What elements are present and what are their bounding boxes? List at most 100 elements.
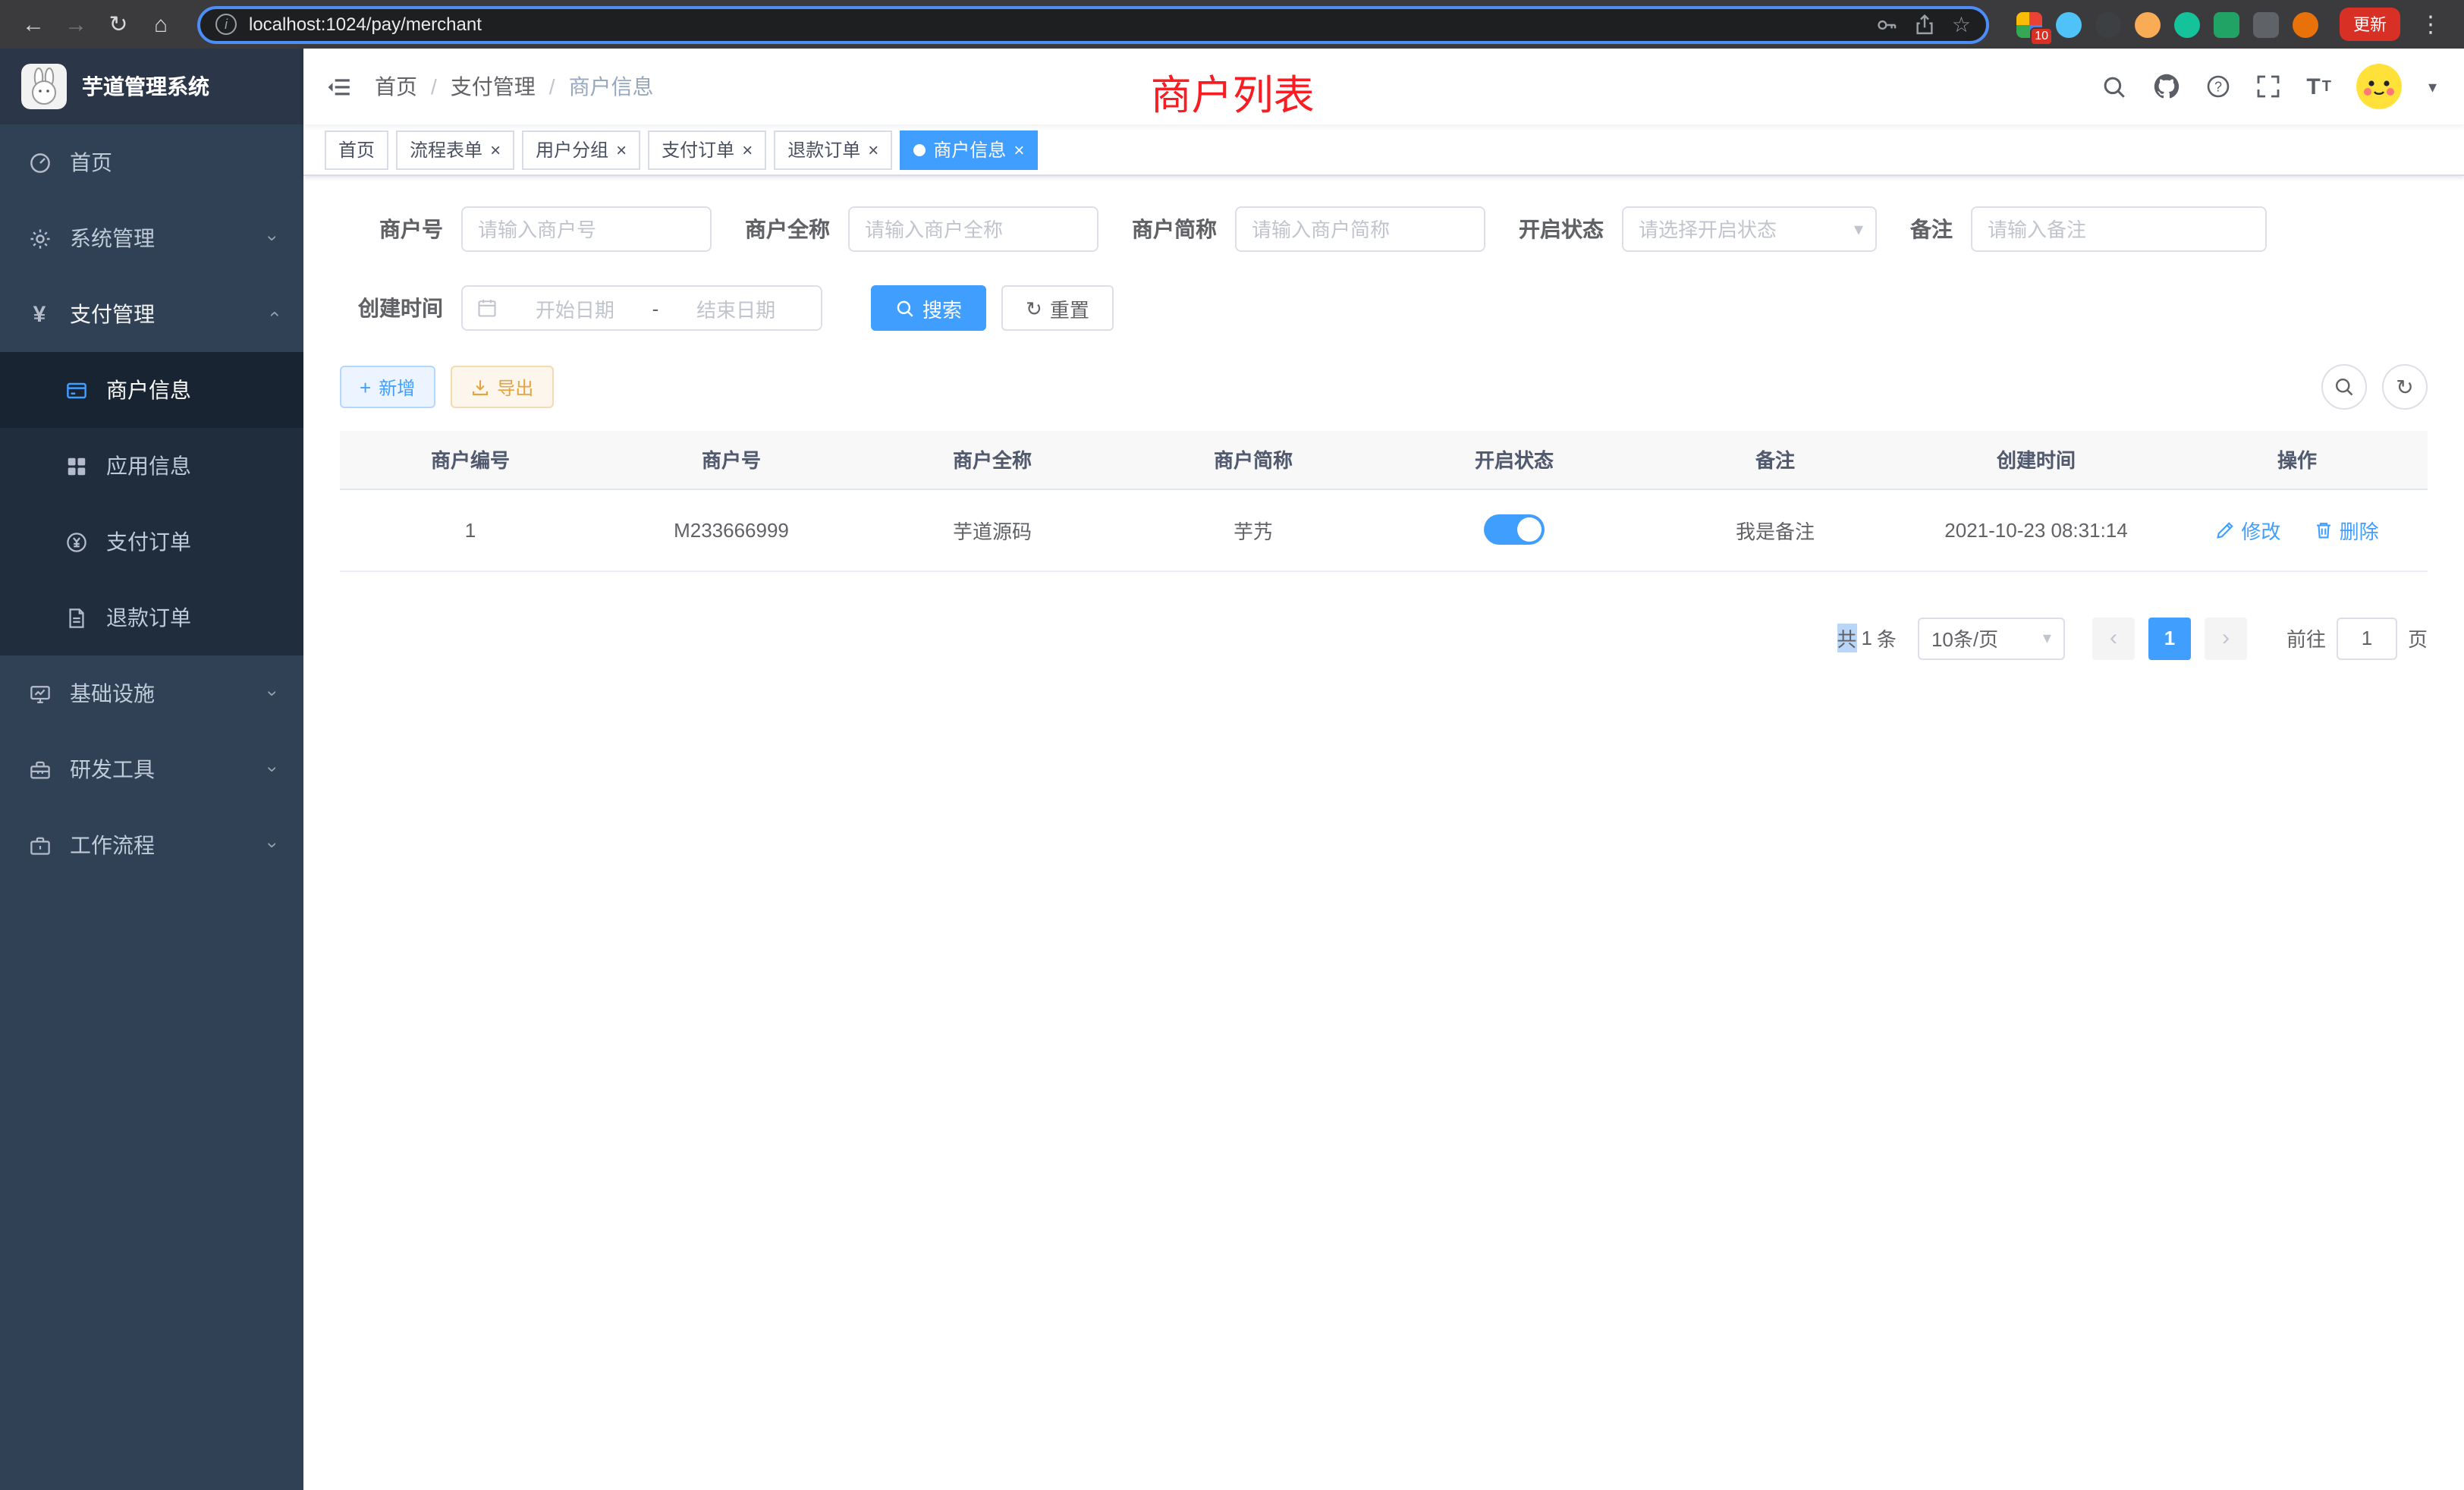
extension-icon-7[interactable] — [2253, 11, 2279, 37]
sidebar-item-refund-order[interactable]: 退款订单 — [0, 580, 303, 655]
sidebar-toggle-icon[interactable] — [303, 74, 375, 99]
next-page-button[interactable]: › — [2205, 617, 2247, 659]
navbar-actions: ? TT ▾ — [2101, 64, 2437, 109]
grid-icon — [64, 454, 88, 477]
breadcrumb-payment[interactable]: 支付管理 — [451, 71, 536, 102]
page-size-select[interactable]: 10条/页 ▾ — [1918, 617, 2065, 659]
full-name-input[interactable] — [848, 206, 1098, 252]
browser-home-button[interactable]: ⌂ — [143, 6, 179, 42]
browser-menu-icon[interactable]: ⋮ — [2412, 6, 2449, 42]
page-jumper: 前往 页 — [2286, 617, 2428, 659]
address-bar[interactable]: i localhost:1024/pay/merchant ☆ — [197, 5, 1989, 43]
reset-button[interactable]: ↻ 重置 — [1001, 285, 1114, 331]
caret-down-icon[interactable]: ▾ — [2428, 77, 2437, 96]
edit-button-label: 修改 — [2241, 515, 2280, 544]
status-select-input[interactable] — [1622, 206, 1877, 252]
help-icon[interactable]: ? — [2206, 74, 2230, 99]
col-short-name: 商户简称 — [1123, 431, 1384, 489]
table-toolbar: + 新增 导出 ↻ — [340, 364, 2428, 410]
sidebar-item-dev-tools[interactable]: 研发工具 › — [0, 731, 303, 807]
user-avatar[interactable] — [2357, 64, 2403, 109]
sidebar-item-workflow[interactable]: 工作流程 › — [0, 807, 303, 883]
tab-process-form[interactable]: 流程表单 × — [396, 130, 514, 169]
edit-button[interactable]: 修改 — [2215, 515, 2280, 544]
extension-icon-4[interactable] — [2135, 11, 2161, 37]
sidebar-item-label: 基础设施 — [70, 678, 270, 709]
close-icon[interactable]: × — [490, 140, 501, 159]
tab-user-group[interactable]: 用户分组 × — [522, 130, 640, 169]
github-icon[interactable] — [2153, 73, 2180, 100]
extension-icon-6[interactable] — [2214, 11, 2239, 37]
password-key-icon[interactable] — [1876, 13, 1899, 36]
app-logo[interactable]: 芋道管理系统 — [0, 49, 303, 124]
browser-reload-button[interactable]: ↻ — [100, 6, 137, 42]
site-info-icon[interactable]: i — [215, 14, 237, 35]
sidebar-item-merchant-info[interactable]: 商户信息 — [0, 352, 303, 428]
profile-avatar-icon[interactable] — [2293, 11, 2318, 37]
tab-refund-order[interactable]: 退款订单× — [774, 130, 892, 169]
browser-back-button[interactable]: ← — [15, 6, 52, 42]
tab-label: 用户分组 — [536, 137, 608, 162]
search-button[interactable]: 搜索 — [871, 285, 986, 331]
create-time-range-picker[interactable]: 开始日期 - 结束日期 — [461, 285, 822, 331]
extension-icon-2[interactable] — [2056, 11, 2082, 37]
export-button[interactable]: 导出 — [450, 366, 553, 408]
sidebar-item-payment[interactable]: ¥ 支付管理 › — [0, 276, 303, 352]
plus-icon: + — [360, 377, 371, 397]
total-unit: 条 — [1877, 624, 1897, 652]
prev-page-button[interactable]: ‹ — [2092, 617, 2135, 659]
sidebar-item-app-info[interactable]: 应用信息 — [0, 428, 303, 504]
add-button[interactable]: + 新增 — [340, 366, 435, 408]
sidebar-item-label: 支付订单 — [106, 527, 276, 557]
tab-merchant-info[interactable]: 商户信息× — [900, 130, 1038, 169]
share-icon[interactable] — [1914, 13, 1937, 36]
tabs-bar: 首页 流程表单 × 用户分组 × 支付订单× 退款订单× 商户信息× — [303, 124, 2464, 176]
remark-input[interactable] — [1971, 206, 2267, 252]
toggle-search-button[interactable] — [2321, 364, 2367, 410]
close-icon[interactable]: × — [742, 140, 753, 159]
tab-home[interactable]: 首页 — [325, 130, 388, 169]
extension-icon-3[interactable] — [2095, 11, 2121, 37]
breadcrumb: 首页 / 支付管理 / 商户信息 — [375, 71, 654, 102]
breadcrumb-separator: / — [549, 74, 555, 99]
goto-unit: 页 — [2408, 624, 2428, 652]
status-select[interactable]: ▾ — [1622, 206, 1877, 252]
breadcrumb-home[interactable]: 首页 — [375, 71, 417, 102]
search-button-label: 搜索 — [922, 294, 962, 322]
goto-page-input[interactable] — [2337, 617, 2397, 659]
sidebar: 芋道管理系统 首页 系统管理 › ¥ — [0, 49, 303, 1490]
browser-update-button[interactable]: 更新 — [2340, 8, 2400, 41]
short-name-input[interactable] — [1235, 206, 1485, 252]
sidebar-item-home[interactable]: 首页 — [0, 124, 303, 200]
extension-badge: 10 — [2030, 27, 2053, 45]
sidebar-item-pay-order[interactable]: 支付订单 — [0, 504, 303, 580]
status-toggle[interactable] — [1484, 514, 1545, 545]
extension-icon-1[interactable]: 10 — [2016, 11, 2042, 37]
page-1-button[interactable]: 1 — [2148, 617, 2191, 659]
merchant-no-input[interactable] — [461, 206, 712, 252]
page-content: 商户号 商户全称 商户简称 开启状态 — [303, 176, 2464, 1490]
tab-label: 流程表单 — [410, 137, 482, 162]
font-size-icon[interactable]: TT — [2306, 74, 2331, 99]
gear-icon — [27, 227, 52, 250]
browser-forward-button[interactable]: → — [58, 6, 94, 42]
fullscreen-icon[interactable] — [2256, 74, 2280, 99]
table-toolbar-right: ↻ — [2321, 364, 2428, 410]
close-icon[interactable]: × — [868, 140, 878, 159]
refund-doc-icon — [64, 606, 88, 629]
extension-icon-5[interactable] — [2174, 11, 2200, 37]
chevron-down-icon: › — [262, 842, 284, 848]
close-icon[interactable]: × — [1014, 140, 1024, 159]
delete-button[interactable]: 删除 — [2314, 515, 2379, 544]
bookmark-star-icon[interactable]: ☆ — [1952, 11, 1971, 37]
tab-pay-order[interactable]: 支付订单× — [648, 130, 766, 169]
sidebar-item-infrastructure[interactable]: 基础设施 › — [0, 655, 303, 731]
sidebar-item-system[interactable]: 系统管理 › — [0, 200, 303, 276]
export-button-label: 导出 — [497, 374, 533, 400]
cell-remark: 我是备注 — [1645, 489, 1906, 571]
merchant-table: 商户编号 商户号 商户全称 商户简称 开启状态 备注 创建时间 操作 1 — [340, 431, 2428, 571]
refresh-table-button[interactable]: ↻ — [2382, 364, 2428, 410]
sidebar-item-label: 首页 — [70, 147, 276, 178]
close-icon[interactable]: × — [616, 140, 627, 159]
search-icon[interactable] — [2101, 74, 2127, 99]
